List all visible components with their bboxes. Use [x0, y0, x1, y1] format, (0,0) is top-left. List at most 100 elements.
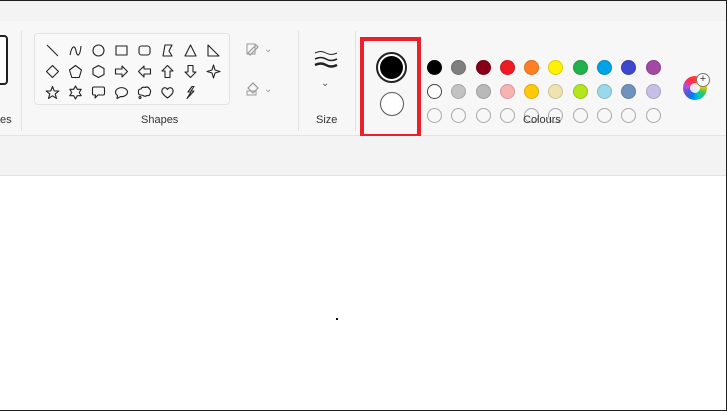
fill-button[interactable]: ⌄: [245, 81, 272, 97]
heart-icon: [161, 87, 174, 99]
swatch-circle: [597, 83, 613, 99]
outline-button[interactable]: ⌄: [245, 41, 272, 57]
rectangle-icon: [115, 45, 128, 56]
brushes-preview[interactable]: [0, 35, 8, 85]
palette-swatch[interactable]: [548, 55, 572, 79]
paint-window: es ⌄ ⌄ Shapes ⌄ Size + Colours: [0, 0, 727, 411]
palette-swatch[interactable]: [499, 55, 524, 79]
rounded-rectangle-callout-icon: [91, 86, 106, 99]
curve-icon: [69, 45, 82, 56]
rounded-rectangle-callout-shape-button[interactable]: [87, 82, 110, 103]
separator: [355, 31, 356, 131]
custom-colour-slot[interactable]: [645, 103, 670, 127]
palette-swatch[interactable]: [427, 55, 451, 79]
palette-swatch[interactable]: [645, 79, 670, 103]
hexagon-shape-button[interactable]: [87, 61, 110, 82]
curve-shape-button[interactable]: [64, 40, 87, 61]
color-1-selector[interactable]: [376, 52, 407, 83]
custom-colour-slot[interactable]: [451, 103, 475, 127]
palette-swatch[interactable]: [548, 79, 572, 103]
color-1-swatch: [380, 56, 403, 79]
palette-swatch[interactable]: [597, 55, 621, 79]
swatch-circle: [451, 59, 467, 75]
heart-shape-button[interactable]: [156, 82, 179, 103]
six-point-star-shape-button[interactable]: [64, 82, 87, 103]
rectangle-shape-button[interactable]: [110, 40, 133, 61]
up-arrow-icon: [161, 64, 174, 79]
palette-swatch[interactable]: [572, 55, 597, 79]
left-arrow-shape-button[interactable]: [133, 61, 156, 82]
swatch-circle: [621, 107, 637, 123]
shapes-group-label: Shapes: [141, 114, 179, 126]
swatch-circle: [499, 83, 515, 99]
palette-swatch[interactable]: [621, 79, 645, 103]
custom-colour-slot[interactable]: [621, 103, 645, 127]
palette-swatch[interactable]: [621, 55, 645, 79]
swatch-circle: [572, 59, 588, 75]
polygon-shape-button[interactable]: [156, 40, 179, 61]
five-point-star-shape-button[interactable]: [41, 82, 64, 103]
swatch-circle: [524, 59, 540, 75]
title-strip: [0, 1, 726, 22]
five-point-star-icon: [45, 85, 60, 99]
palette-swatch[interactable]: [499, 79, 524, 103]
right-triangle-shape-button[interactable]: [202, 40, 225, 61]
swatch-circle: [427, 59, 442, 75]
chevron-down-icon[interactable]: ⌄: [321, 78, 329, 89]
diamond-icon: [45, 64, 60, 79]
triangle-icon: [184, 44, 197, 57]
swatch-circle: [475, 59, 491, 75]
palette-swatch[interactable]: [475, 79, 500, 103]
custom-colour-slot[interactable]: [427, 103, 451, 127]
custom-colour-slot[interactable]: [597, 103, 621, 127]
lightning-shape-button[interactable]: [179, 82, 202, 103]
separator: [298, 31, 299, 131]
swatch-circle: [645, 83, 661, 99]
palette-swatch[interactable]: [524, 55, 548, 79]
diamond-shape-button[interactable]: [41, 61, 64, 82]
lightning-icon: [186, 85, 195, 100]
swatch-circle: [451, 83, 467, 99]
swatch-circle: [475, 107, 491, 123]
drawing-canvas[interactable]: [0, 176, 726, 410]
swatch-circle: [524, 83, 540, 99]
right-arrow-icon: [114, 65, 129, 78]
palette-swatch[interactable]: [427, 79, 451, 103]
oval-callout-shape-button[interactable]: [110, 82, 133, 103]
palette-swatch[interactable]: [524, 79, 548, 103]
size-lines-icon[interactable]: [313, 49, 339, 73]
oval-icon: [92, 44, 105, 57]
chevron-down-icon: ⌄: [264, 83, 273, 95]
swatch-circle: [597, 107, 613, 123]
four-point-star-shape-button[interactable]: [202, 61, 225, 82]
down-arrow-icon: [184, 64, 197, 79]
palette-swatch[interactable]: [572, 79, 597, 103]
custom-colour-slot[interactable]: [499, 103, 524, 127]
right-arrow-shape-button[interactable]: [110, 61, 133, 82]
palette-swatch[interactable]: [475, 55, 500, 79]
palette-swatch[interactable]: [597, 79, 621, 103]
palette-swatch[interactable]: [451, 55, 475, 79]
palette-swatch[interactable]: [645, 55, 670, 79]
rounded-rectangle-shape-button[interactable]: [133, 40, 156, 61]
fill-icon: [246, 82, 259, 96]
down-arrow-shape-button[interactable]: [179, 61, 202, 82]
triangle-shape-button[interactable]: [179, 40, 202, 61]
oval-shape-button[interactable]: [87, 40, 110, 61]
custom-colour-slot[interactable]: [572, 103, 597, 127]
hexagon-icon: [92, 64, 105, 79]
swatch-circle: [451, 107, 467, 123]
line-icon: [46, 44, 59, 57]
cloud-callout-shape-button[interactable]: [133, 82, 156, 103]
up-arrow-shape-button[interactable]: [156, 61, 179, 82]
four-point-star-icon: [206, 64, 221, 79]
plus-icon: +: [696, 73, 710, 87]
palette-swatch[interactable]: [451, 79, 475, 103]
right-triangle-icon: [207, 44, 220, 57]
custom-colour-slot[interactable]: [475, 103, 500, 127]
line-shape-button[interactable]: [41, 40, 64, 61]
outline-icon: [246, 43, 259, 56]
oval-callout-icon: [115, 87, 129, 100]
color-2-selector[interactable]: [380, 92, 404, 116]
pentagon-shape-button[interactable]: [64, 61, 87, 82]
